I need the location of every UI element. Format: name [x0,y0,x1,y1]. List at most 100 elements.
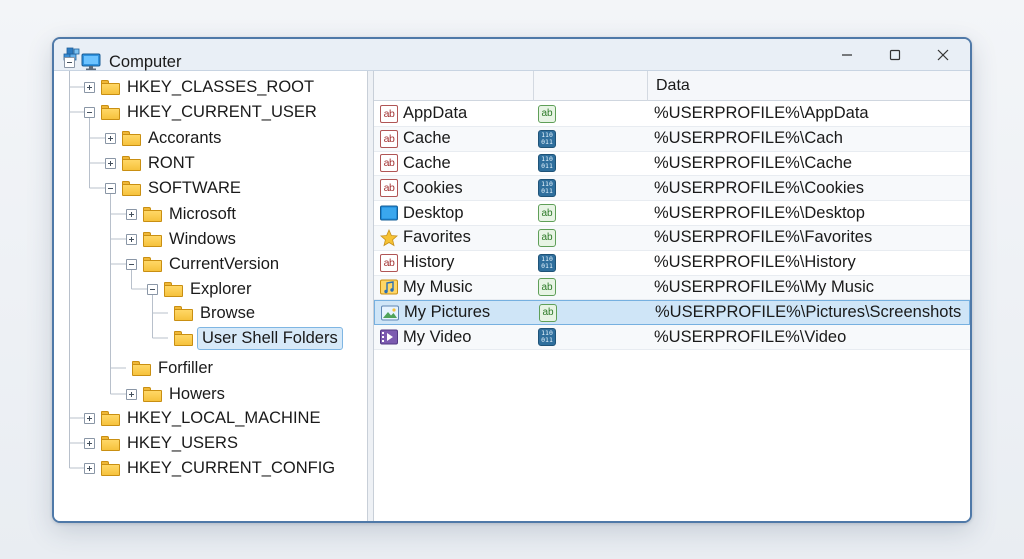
binary-type-icon: 110 011 [538,328,556,347]
tree-item-label: HKEY_USERS [127,433,238,452]
value-name: My Video [403,327,472,346]
value-data-cell: %USERPROFILE%\Pictures\Screenshots [655,303,962,322]
string-type-icon: ab [538,204,556,223]
binary-type-icon: 110 011 [538,154,556,173]
value-type-cell: ab [539,301,649,324]
value-name-cell: My Pictures [381,301,535,324]
values-list-pane[interactable]: Data ab AppData ab %USERPROFILE%\AppData ab C… [374,71,970,521]
folder-icon [132,360,151,376]
folder-icon [101,460,120,476]
tree-item-accorants[interactable]: Accorants [105,127,224,149]
tree-item-user-shell-folders[interactable]: User Shell Folders [168,326,343,350]
column-header-data[interactable]: Data [648,71,968,101]
maximize-icon [889,49,901,61]
minimize-icon [842,54,852,56]
expand-icon[interactable] [126,208,137,220]
tree-item-label: Accorants [148,128,222,147]
collapse-icon[interactable] [105,182,116,194]
value-row-my-video[interactable]: My Video 110 011 %USERPROFILE%\Video [374,325,970,350]
folder-icon [143,231,162,247]
value-row-my-music[interactable]: My Music ab %USERPROFILE%\My Music [374,275,970,301]
value-row-desktop[interactable]: Desktop ab %USERPROFILE%\Desktop [374,201,970,226]
expand-icon[interactable] [105,157,116,169]
tree-item-hkey-current-user[interactable]: HKEY_CURRENT_USER [84,101,320,123]
binary-type-icon: 110 011 [538,129,556,148]
value-type-cell: 110 011 [538,127,648,151]
expand-icon[interactable] [84,81,95,93]
collapse-icon[interactable] [126,258,137,270]
column-header-type[interactable] [534,71,648,101]
string-value-icon: ab [380,154,398,173]
expand-icon[interactable] [126,388,137,400]
value-name: My Pictures [404,303,491,322]
tree-item-browse[interactable]: Browse [168,302,258,324]
value-data-cell: %USERPROFILE%\Video [654,327,847,346]
desktop-icon [380,204,398,222]
string-value-icon: ab [380,104,398,123]
tree-item-label: HKEY_CLASSES_ROOT [127,77,315,96]
tree-item-howers[interactable]: Howers [126,383,228,405]
tree-item-hkey-local-machine[interactable]: HKEY_LOCAL_MACHINE [84,407,323,429]
folder-icon [174,305,193,321]
string-type-icon: ab [538,278,556,297]
folder-icon [143,386,162,402]
value-row-favorites[interactable]: Favorites ab %USERPROFILE%\Favorites [374,226,970,251]
value-type-cell: ab [538,276,648,300]
value-type-cell: ab [538,102,648,126]
value-name: Favorites [403,228,471,247]
folder-icon [143,206,162,222]
tree-item-explorer[interactable]: Explorer [147,278,254,300]
registry-tree-pane[interactable]: Computer HKEY_CLASSES_ROOT HKEY_CURRENT_US… [54,53,368,521]
value-row-cache[interactable]: ab Cache 110 011 %USERPROFILE%\Cache [374,152,970,177]
minimize-button[interactable] [824,39,870,71]
folder-icon [164,281,183,297]
star-icon [380,228,398,247]
music-icon [380,278,398,296]
expand-icon[interactable] [84,437,95,449]
collapse-icon[interactable] [147,283,158,295]
folder-icon [143,256,162,272]
tree-item-label: RONT [148,153,195,172]
tree-item-hkey-users[interactable]: HKEY_USERS [84,432,241,454]
value-row-my-pictures[interactable]: My Pictures ab %USERPROFILE%\Pictures\Scre… [374,300,970,326]
value-name-cell: Desktop [380,201,534,225]
maximize-button[interactable] [872,39,918,71]
expand-icon[interactable] [105,132,116,144]
collapse-icon[interactable] [84,106,95,118]
value-name: Cache [403,129,451,148]
expand-icon[interactable] [84,462,95,474]
column-header-name[interactable] [374,71,534,101]
folder-icon [101,410,120,426]
value-name-cell: Favorites [380,226,534,250]
tree-item-ront[interactable]: RONT [105,152,198,174]
value-row-cookies[interactable]: ab Cookies 110 011 %USERPROFILE%\Cookies [374,176,970,202]
value-data-cell: %USERPROFILE%\History [654,253,856,272]
tree-item-computer[interactable]: Computer [64,51,184,73]
expand-icon[interactable] [126,233,137,245]
video-icon [380,328,398,346]
value-data-cell: %USERPROFILE%\Cookies [654,178,864,197]
value-row-cache[interactable]: ab Cache 110 011 %USERPROFILE%\Cach [374,126,970,152]
tree-item-hkey-classes-root[interactable]: HKEY_CLASSES_ROOT [84,76,317,98]
tree-item-forfiller[interactable]: Forfiller [126,357,216,379]
title-bar [54,39,970,71]
tree-item-software[interactable]: SOFTWARE [105,177,244,199]
value-name: AppData [403,104,468,123]
tree-item-label: Explorer [190,279,252,298]
value-data-cell: %USERPROFILE%\Desktop [654,203,865,222]
tree-item-currentversion[interactable]: CurrentVersion [126,253,282,275]
tree-item-windows[interactable]: Windows [126,228,239,250]
binary-type-icon: 110 011 [538,253,556,272]
tree-item-microsoft[interactable]: Microsoft [126,203,239,225]
value-data-cell: %USERPROFILE%\AppData [654,104,869,123]
close-button[interactable] [920,39,966,71]
collapse-icon[interactable] [64,56,75,68]
value-row-history[interactable]: ab History 110 011 %USERPROFILE%\History [374,251,970,276]
folder-icon [122,180,141,196]
tree-item-label: User Shell Folders [197,326,343,350]
value-row-appdata[interactable]: ab AppData ab %USERPROFILE%\AppData [374,102,970,127]
value-name-cell: ab AppData [380,102,534,126]
tree-item-label: Windows [169,229,236,248]
tree-item-hkey-current-config[interactable]: HKEY_CURRENT_CONFIG [84,457,338,479]
expand-icon[interactable] [84,412,95,424]
